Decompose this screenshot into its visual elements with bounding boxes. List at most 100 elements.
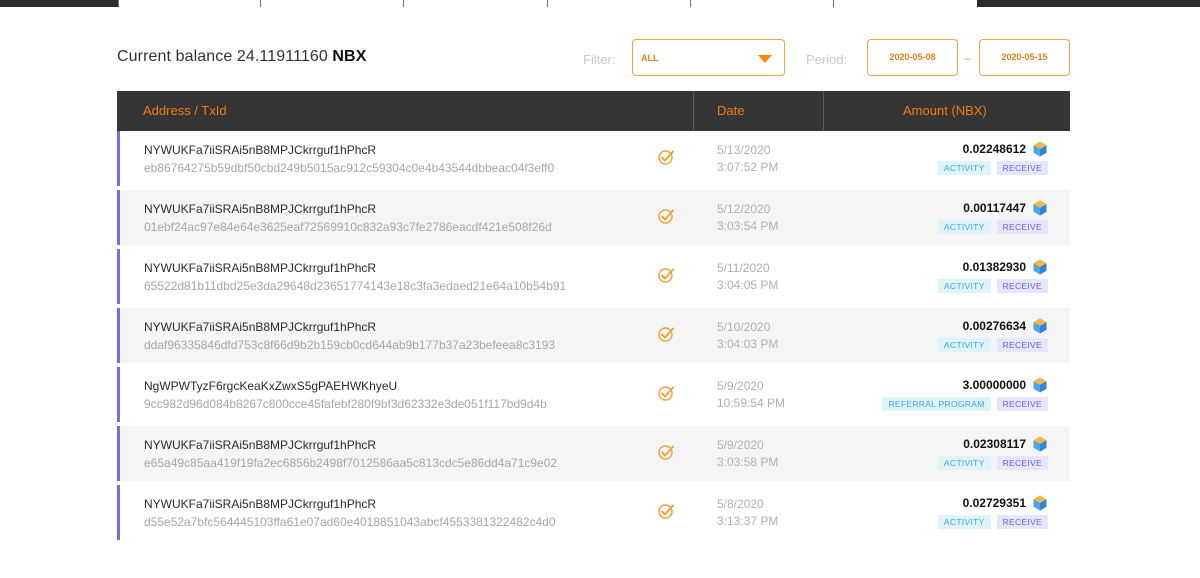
table-row[interactable]: NYWUKFa7iiSRAi5nB8MPJCkrrguf1hPhcR ddaf96… bbox=[117, 308, 1070, 363]
direction-badge: RECEIVE bbox=[996, 515, 1048, 529]
row-date-day: 5/9/2020 bbox=[717, 379, 764, 393]
tab-strip-right bbox=[977, 0, 1200, 7]
tab-6[interactable] bbox=[833, 0, 978, 7]
check-circle-icon bbox=[656, 442, 676, 462]
tab-strip-left bbox=[0, 0, 118, 7]
check-circle-icon bbox=[656, 501, 676, 521]
nbx-coin-icon bbox=[1032, 495, 1048, 511]
row-date: 5/10/2020 3:04:03 PM bbox=[717, 319, 778, 353]
type-badge: ACTIVITY bbox=[937, 220, 991, 234]
tab-1[interactable] bbox=[118, 0, 261, 7]
row-date-day: 5/10/2020 bbox=[717, 320, 771, 334]
row-badges: ACTIVITY RECEIVE bbox=[937, 279, 1048, 293]
check-circle-icon bbox=[656, 324, 676, 344]
nbx-coin-icon bbox=[1032, 377, 1048, 393]
filter-selected-value: ALL bbox=[641, 53, 659, 63]
nbx-coin-icon bbox=[1032, 200, 1048, 216]
row-address[interactable]: NYWUKFa7iiSRAi5nB8MPJCkrrguf1hPhcR bbox=[144, 143, 376, 157]
row-date: 5/11/2020 3:04:05 PM bbox=[717, 260, 778, 294]
row-date: 5/12/2020 3:03:54 PM bbox=[717, 201, 778, 235]
period-to-button[interactable]: 2020-05-15 bbox=[979, 39, 1070, 76]
row-txid[interactable]: d55e52a7bfc564445103ffa61e07ad60e4018851… bbox=[144, 515, 556, 529]
direction-badge: RECEIVE bbox=[996, 161, 1048, 175]
column-divider bbox=[693, 91, 694, 131]
row-address[interactable]: NYWUKFa7iiSRAi5nB8MPJCkrrguf1hPhcR bbox=[144, 202, 376, 216]
check-circle-icon bbox=[656, 265, 676, 285]
filter-label: Filter: bbox=[583, 52, 616, 67]
nbx-coin-icon bbox=[1032, 318, 1048, 334]
column-header-date[interactable]: Date bbox=[717, 91, 744, 131]
column-header-address[interactable]: Address / TxId bbox=[143, 91, 227, 131]
nbx-coin-icon bbox=[1032, 259, 1048, 275]
row-amount: 0.02248612 bbox=[962, 142, 1026, 156]
column-header-amount[interactable]: Amount (NBX) bbox=[903, 91, 987, 131]
row-date: 5/9/2020 10:59:54 PM bbox=[717, 378, 785, 412]
table-row[interactable]: NYWUKFa7iiSRAi5nB8MPJCkrrguf1hPhcR d55e52… bbox=[117, 485, 1070, 540]
row-date-day: 5/12/2020 bbox=[717, 202, 771, 216]
row-date-time: 3:13:37 PM bbox=[717, 514, 779, 528]
chevron-down-icon bbox=[758, 55, 772, 63]
row-amount: 0.02729351 bbox=[962, 496, 1026, 510]
nbx-coin-icon bbox=[1032, 436, 1048, 452]
row-txid[interactable]: ddaf96335846dfd753c8f66d9b2b159cb0cd644a… bbox=[144, 338, 555, 352]
tab-4[interactable] bbox=[547, 0, 691, 7]
row-txid[interactable]: eb86764275b59dbf50cbd249b5015ac912c59304… bbox=[144, 161, 554, 175]
row-address[interactable]: NYWUKFa7iiSRAi5nB8MPJCkrrguf1hPhcR bbox=[144, 320, 376, 334]
table-row[interactable]: NYWUKFa7iiSRAi5nB8MPJCkrrguf1hPhcR eb8676… bbox=[117, 131, 1070, 186]
table-row[interactable]: NYWUKFa7iiSRAi5nB8MPJCkrrguf1hPhcR 01ebf2… bbox=[117, 190, 1070, 245]
type-badge: ACTIVITY bbox=[937, 161, 991, 175]
type-badge: ACTIVITY bbox=[937, 456, 991, 470]
row-date-day: 5/11/2020 bbox=[717, 261, 770, 275]
row-address[interactable]: NgWPWTyzF6rgcKeaKxZwxS5gPAEHWKhyeU bbox=[144, 379, 397, 393]
row-date-time: 3:04:03 PM bbox=[717, 337, 779, 351]
row-date: 5/9/2020 3:03:58 PM bbox=[717, 437, 778, 471]
row-address[interactable]: NYWUKFa7iiSRAi5nB8MPJCkrrguf1hPhcR bbox=[144, 497, 376, 511]
balance-currency: NBX bbox=[332, 48, 367, 65]
direction-badge: RECEIVE bbox=[996, 338, 1048, 352]
row-date-time: 3:03:54 PM bbox=[717, 219, 779, 233]
tab-3[interactable] bbox=[403, 0, 548, 7]
row-txid[interactable]: e65a49c85aa419f19fa2ec6856b2498f7012586a… bbox=[144, 456, 557, 470]
row-date: 5/8/2020 3:13:37 PM bbox=[717, 496, 778, 530]
table-row[interactable]: NYWUKFa7iiSRAi5nB8MPJCkrrguf1hPhcR 65522d… bbox=[117, 249, 1070, 304]
row-date-time: 3:07:52 PM bbox=[717, 160, 779, 174]
check-circle-icon bbox=[656, 383, 676, 403]
table-row[interactable]: NgWPWTyzF6rgcKeaKxZwxS5gPAEHWKhyeU 9cc982… bbox=[117, 367, 1070, 422]
direction-badge: RECEIVE bbox=[996, 279, 1048, 293]
top-tab-strip bbox=[0, 0, 1200, 7]
row-amount: 0.00276634 bbox=[962, 319, 1026, 333]
direction-badge: RECEIVE bbox=[996, 397, 1048, 411]
check-circle-icon bbox=[656, 206, 676, 226]
row-address[interactable]: NYWUKFa7iiSRAi5nB8MPJCkrrguf1hPhcR bbox=[144, 261, 376, 275]
row-date-time: 3:03:58 PM bbox=[717, 455, 779, 469]
row-date-day: 5/9/2020 bbox=[717, 438, 764, 452]
direction-badge: RECEIVE bbox=[996, 220, 1048, 234]
balance-value: Current balance 24.11911160 bbox=[117, 48, 328, 65]
row-badges: ACTIVITY RECEIVE bbox=[937, 161, 1048, 175]
table-header: Address / TxId Date Amount (NBX) bbox=[117, 91, 1070, 131]
row-date-time: 10:59:54 PM bbox=[717, 396, 786, 410]
column-divider bbox=[823, 91, 824, 131]
row-amount: 0.01382930 bbox=[962, 260, 1026, 274]
row-txid[interactable]: 9cc982d96d084b8267c800cce45fafebf280f9bf… bbox=[144, 397, 547, 411]
row-date-day: 5/8/2020 bbox=[717, 497, 764, 511]
filter-select[interactable]: ALL bbox=[632, 39, 785, 76]
period-separator: – bbox=[964, 51, 971, 65]
row-date: 5/13/2020 3:07:52 PM bbox=[717, 142, 778, 176]
row-address[interactable]: NYWUKFa7iiSRAi5nB8MPJCkrrguf1hPhcR bbox=[144, 438, 376, 452]
tab-2[interactable] bbox=[260, 0, 404, 7]
current-balance: Current balance 24.11911160 NBX bbox=[117, 48, 367, 66]
row-txid[interactable]: 01ebf24ac97e84e64e3625eaf72569910c832a93… bbox=[144, 220, 552, 234]
row-date-day: 5/13/2020 bbox=[717, 143, 771, 157]
row-amount: 0.02308117 bbox=[963, 437, 1026, 451]
nbx-coin-icon bbox=[1032, 141, 1048, 157]
tab-5[interactable] bbox=[690, 0, 834, 7]
type-badge: REFERRAL PROGRAM bbox=[882, 397, 991, 411]
row-badges: ACTIVITY RECEIVE bbox=[937, 456, 1048, 470]
table-row[interactable]: NYWUKFa7iiSRAi5nB8MPJCkrrguf1hPhcR e65a49… bbox=[117, 426, 1070, 481]
row-badges: ACTIVITY RECEIVE bbox=[937, 515, 1048, 529]
type-badge: ACTIVITY bbox=[937, 338, 991, 352]
row-txid[interactable]: 65522d81b11dbd25e3da29648d23651774143e18… bbox=[144, 279, 566, 293]
type-badge: ACTIVITY bbox=[937, 279, 991, 293]
period-from-button[interactable]: 2020-05-08 bbox=[867, 39, 958, 76]
